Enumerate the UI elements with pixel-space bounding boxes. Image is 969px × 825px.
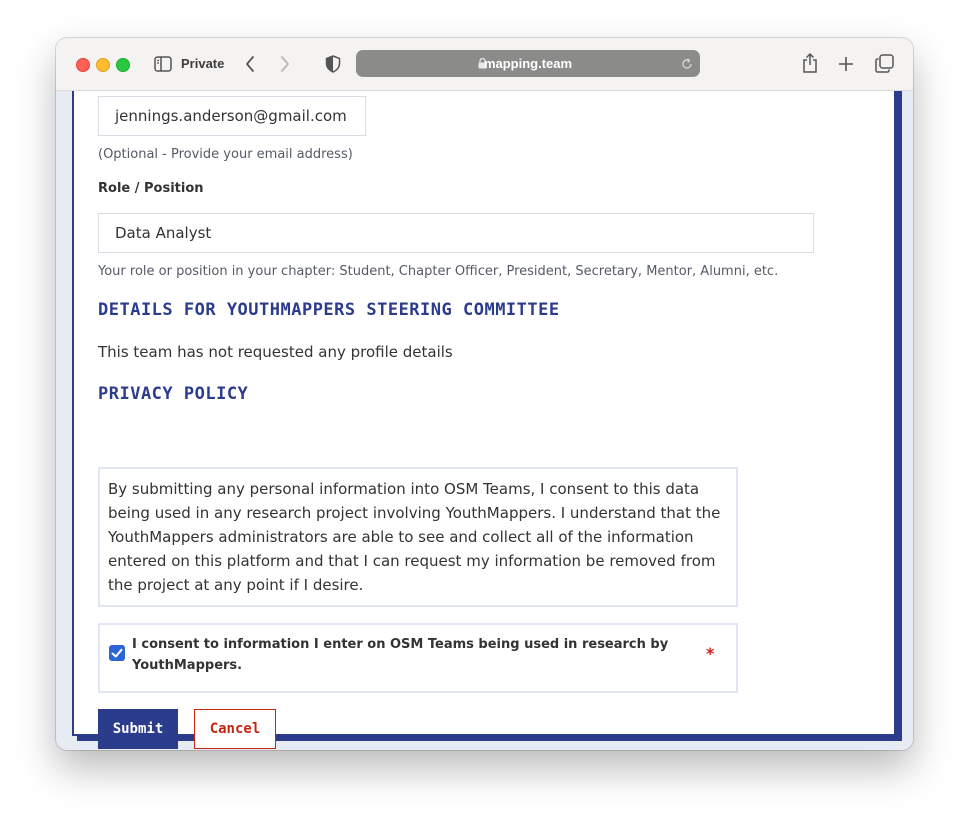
share-icon[interactable] — [801, 52, 819, 74]
role-value: Data Analyst — [115, 224, 212, 242]
consent-box: I consent to information I enter on OSM … — [98, 623, 738, 693]
browser-window: Private mapping.team jennings.anderson@g… — [56, 38, 913, 750]
back-arrow-icon[interactable] — [244, 55, 256, 73]
browser-toolbar: Private mapping.team — [56, 38, 913, 91]
forward-arrow-icon[interactable] — [279, 55, 291, 73]
required-marker: * — [706, 644, 715, 663]
role-label: Role / Position — [98, 181, 204, 196]
consent-label: I consent to information I enter on OSM … — [132, 637, 669, 673]
zoom-window-button[interactable] — [116, 58, 130, 72]
close-window-button[interactable] — [76, 58, 90, 72]
email-field[interactable]: jennings.anderson@gmail.com — [98, 96, 366, 136]
role-field[interactable]: Data Analyst — [98, 213, 814, 253]
new-tab-icon[interactable] — [838, 56, 854, 72]
email-help-text: (Optional - Provide your email address) — [98, 147, 353, 162]
privacy-shield-icon[interactable] — [325, 55, 341, 73]
profile-form-panel: jennings.anderson@gmail.com (Optional - … — [72, 91, 894, 749]
details-section-title: DETAILS FOR YOUTHMAPPERS STEERING COMMIT… — [98, 300, 560, 320]
address-bar[interactable]: mapping.team — [356, 50, 700, 77]
sidebar-toggle-icon[interactable] — [154, 56, 172, 72]
url-text: mapping.team — [483, 56, 573, 71]
email-value: jennings.anderson@gmail.com — [115, 107, 347, 125]
reload-icon[interactable] — [681, 58, 693, 70]
page-content: jennings.anderson@gmail.com (Optional - … — [56, 91, 913, 750]
privacy-section-title: PRIVACY POLICY — [98, 384, 249, 404]
cancel-button[interactable]: Cancel — [194, 709, 276, 749]
role-help-text: Your role or position in your chapter: S… — [98, 264, 779, 279]
minimize-window-button[interactable] — [96, 58, 110, 72]
privacy-policy-box: By submitting any personal information i… — [98, 467, 738, 607]
details-text: This team has not requested any profile … — [98, 343, 453, 361]
privacy-policy-text: By submitting any personal information i… — [108, 480, 721, 594]
private-mode-label: Private — [181, 56, 225, 71]
checkmark-icon — [111, 648, 123, 658]
submit-button[interactable]: Submit — [98, 709, 178, 749]
tab-overview-icon[interactable] — [875, 54, 894, 73]
consent-checkbox[interactable] — [109, 645, 125, 661]
